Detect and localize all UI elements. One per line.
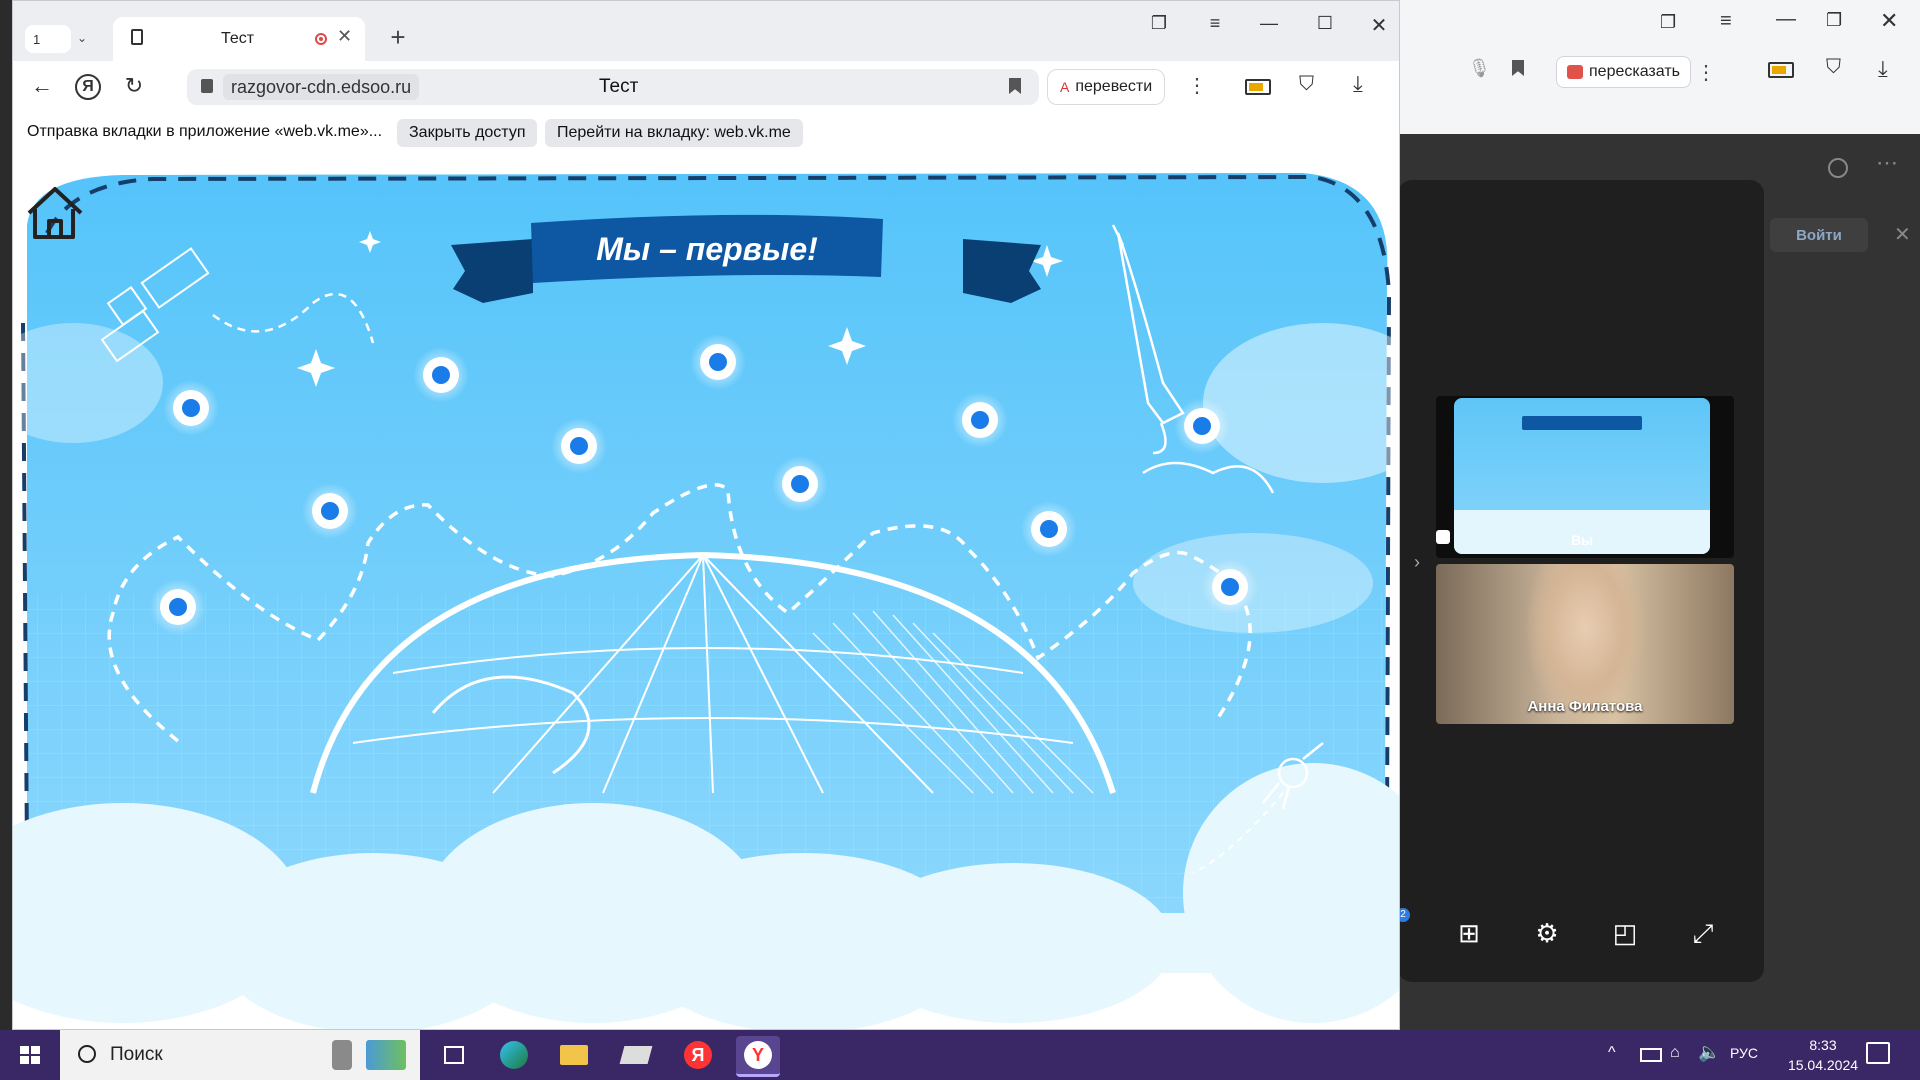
active-tab[interactable]: Тест ✕	[113, 17, 365, 61]
self-video-tile[interactable]: Вы	[1436, 396, 1734, 558]
bookmark-icon[interactable]	[1512, 60, 1524, 76]
self-label: Вы	[1570, 532, 1594, 548]
menu-icon[interactable]: ≡	[1199, 13, 1231, 37]
edge-browser-icon[interactable]	[492, 1036, 536, 1074]
node	[551, 418, 607, 474]
browser-window: 1 ⌄ Тест ✕ + ❐ ≡ — ☐ ✕ ← Я ↻ razgovor-cd…	[12, 0, 1400, 1030]
chevron-down-icon[interactable]: ⌄	[77, 31, 87, 45]
node	[150, 579, 206, 635]
participant-video-tile[interactable]: Анна Филатова	[1436, 564, 1734, 724]
extensions-icon[interactable]: ⛉	[1826, 56, 1841, 79]
node	[772, 456, 828, 512]
taskbar: Поиск Я Y ^ ⌂ 🔈 РУС 8:33 15.04.2024	[0, 1030, 1920, 1080]
microphone-icon[interactable]: 🎙	[1468, 58, 1491, 79]
close-access-button[interactable]: Закрыть доступ	[397, 119, 538, 147]
maximize-icon[interactable]: ☐	[1309, 13, 1341, 37]
document-icon	[131, 29, 143, 45]
banner-title: Мы – первые!	[596, 231, 818, 267]
clock-time: 8:33	[1809, 1037, 1837, 1053]
login-button[interactable]: Войти	[1770, 218, 1868, 252]
tab-counter[interactable]: 1	[25, 25, 71, 53]
node	[952, 392, 1008, 448]
yandex-browser-icon[interactable]: Y	[736, 1036, 780, 1077]
input-language[interactable]: РУС	[1730, 1045, 1758, 1061]
more-icon[interactable]: ⋮	[1187, 73, 1207, 98]
battery-icon[interactable]	[1640, 1048, 1662, 1062]
node	[1202, 559, 1258, 615]
pin-icon[interactable]	[1436, 530, 1450, 544]
tab-close-icon[interactable]: ✕	[337, 26, 352, 47]
clock-date: 15.04.2024	[1787, 1057, 1859, 1073]
page-content: Мы – первые!	[13, 153, 1399, 1029]
shared-screen-thumbnail: Вы	[1454, 398, 1710, 554]
settings-gear-icon[interactable]: ⚙	[1530, 916, 1564, 950]
address-bar[interactable]: razgovor-cdn.edsoo.ru Тест	[187, 69, 1039, 105]
chevron-right-icon[interactable]: ›	[1414, 552, 1420, 573]
translate-icon: A	[1060, 79, 1070, 95]
download-icon[interactable]: ⤓	[1878, 56, 1888, 82]
translate-button[interactable]: A перевести	[1047, 69, 1166, 105]
network-icon[interactable]: ⌂	[1670, 1044, 1680, 1062]
node	[413, 347, 469, 403]
search-icon[interactable]	[1828, 158, 1848, 178]
goto-tab-button[interactable]: Перейти на вкладку: web.vk.me	[545, 119, 803, 147]
task-view-icon[interactable]	[432, 1036, 476, 1074]
extensions-icon[interactable]: ⛉	[1299, 73, 1314, 96]
slide-canvas: Мы – первые!	[13, 173, 1399, 1029]
more-icon[interactable]: ⋯	[1876, 150, 1898, 176]
windows-start-icon[interactable]	[10, 1038, 50, 1072]
collections-icon[interactable]: ❐	[1660, 12, 1676, 33]
notification-icon[interactable]	[1866, 1042, 1890, 1064]
tab-sharing-bar: Отправка вкладки в приложение «web.vk.me…	[13, 113, 1399, 153]
close-icon[interactable]: ✕	[1894, 222, 1911, 247]
node	[163, 380, 219, 436]
restore-icon[interactable]: ❐	[1826, 10, 1842, 31]
url-text[interactable]: razgovor-cdn.edsoo.ru	[223, 74, 420, 100]
close-icon[interactable]: ✕	[1363, 13, 1395, 37]
clock[interactable]: 8:33 15.04.2024	[1778, 1035, 1868, 1075]
map-icon[interactable]	[366, 1040, 406, 1070]
retell-icon	[1567, 65, 1583, 79]
bookmark-icon[interactable]	[1009, 78, 1021, 94]
node	[1021, 501, 1077, 557]
file-explorer-icon[interactable]	[552, 1036, 596, 1074]
download-icon[interactable]: ⤓	[1353, 71, 1363, 97]
battery-icon[interactable]	[1245, 79, 1271, 95]
page-title: Тест	[599, 76, 639, 97]
minimize-icon[interactable]: —	[1776, 8, 1796, 31]
scanner-app-icon[interactable]	[614, 1036, 658, 1074]
thumbnail-banner	[1522, 416, 1642, 430]
yandex-home-icon[interactable]: Я	[73, 73, 103, 101]
search-icon	[78, 1045, 96, 1063]
sharing-status-text: Отправка вкладки в приложение «web.vk.me…	[27, 123, 383, 140]
node	[690, 334, 746, 390]
navigation-toolbar: ← Я ↻ razgovor-cdn.edsoo.ru Тест A перев…	[13, 61, 1399, 113]
battery-icon[interactable]	[1768, 62, 1794, 78]
participant-name: Анна Филатова	[1527, 698, 1643, 715]
luggage-icon[interactable]	[332, 1040, 352, 1070]
search-label: Поиск	[110, 1044, 163, 1065]
taskbar-search[interactable]: Поиск	[60, 1030, 420, 1080]
more-icon[interactable]: ⋮	[1696, 60, 1716, 85]
reload-icon[interactable]: ↻	[119, 73, 149, 101]
back-arrow-icon[interactable]: ←	[27, 73, 57, 101]
retell-button[interactable]: пересказать	[1556, 56, 1691, 88]
grid-view-icon[interactable]: ⊞	[1452, 916, 1486, 950]
tab-title: Тест	[221, 30, 255, 47]
volume-icon[interactable]: 🔈	[1698, 1042, 1720, 1063]
new-tab-button[interactable]: +	[385, 24, 411, 51]
lock-icon[interactable]	[201, 79, 213, 93]
minimize-icon[interactable]: —	[1253, 13, 1285, 37]
recording-icon	[315, 33, 327, 45]
collections-icon[interactable]: ❐	[1143, 13, 1175, 37]
node	[302, 483, 358, 539]
layout-icon[interactable]: ◰	[1608, 916, 1642, 950]
close-icon[interactable]: ✕	[1880, 8, 1898, 34]
node	[1174, 398, 1230, 454]
menu-icon[interactable]: ≡	[1720, 10, 1732, 33]
tab-bar: 1 ⌄ Тест ✕ + ❐ ≡ — ☐ ✕	[13, 1, 1399, 61]
fullscreen-icon[interactable]: ⤢	[1686, 916, 1720, 950]
yandex-icon[interactable]: Я	[676, 1036, 720, 1074]
tray-chevron-up-icon[interactable]: ^	[1608, 1044, 1616, 1062]
